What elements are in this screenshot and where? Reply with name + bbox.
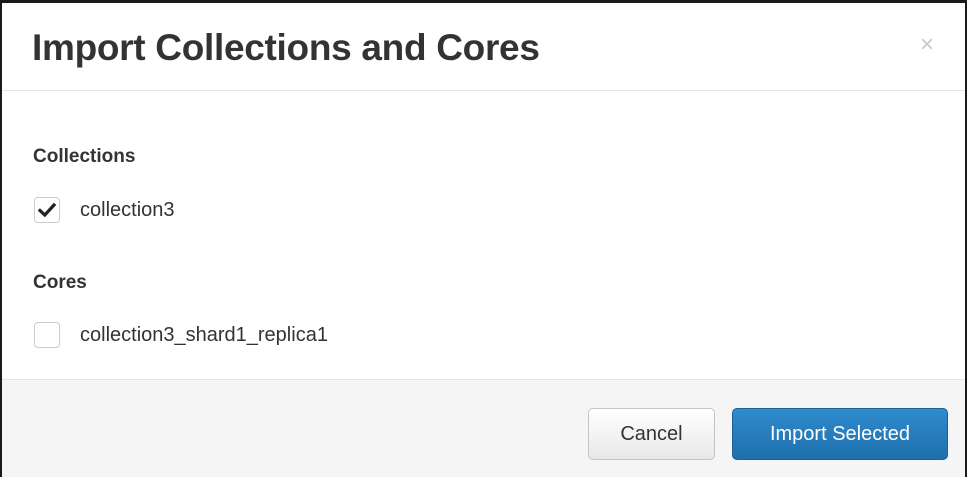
- checkmark-icon: [38, 202, 56, 218]
- import-selected-button[interactable]: Import Selected: [732, 408, 948, 460]
- collections-heading: Collections: [33, 146, 136, 167]
- cancel-button[interactable]: Cancel: [588, 408, 715, 460]
- collection-checkbox[interactable]: [34, 197, 60, 223]
- dialog-title: Import Collections and Cores: [32, 27, 540, 68]
- core-checkbox[interactable]: [34, 322, 60, 348]
- collection-item[interactable]: collection3: [34, 197, 175, 223]
- core-item[interactable]: collection3_shard1_replica1: [34, 322, 328, 348]
- close-icon[interactable]: ×: [915, 33, 939, 57]
- cores-heading: Cores: [33, 272, 87, 293]
- core-label: collection3_shard1_replica1: [80, 323, 328, 346]
- import-dialog: Import Collections and Cores × Collectio…: [0, 0, 967, 477]
- dialog-header: Import Collections and Cores ×: [2, 3, 965, 91]
- dialog-footer: Cancel Import Selected: [2, 379, 965, 477]
- dialog-body: Collections collection3 Cores collection…: [2, 91, 965, 379]
- collection-label: collection3: [80, 198, 175, 221]
